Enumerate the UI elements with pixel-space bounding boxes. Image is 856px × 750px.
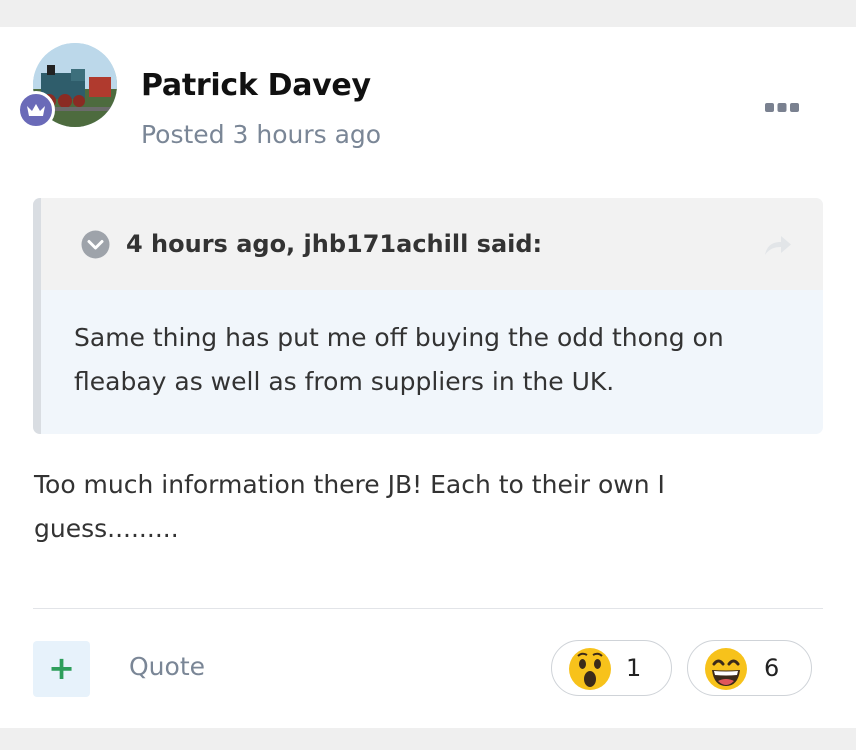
author-name[interactable]: Patrick Davey [141, 68, 371, 103]
crown-icon [27, 104, 45, 116]
surprised-face-icon [569, 648, 611, 690]
quote-bar [33, 198, 41, 434]
grinning-face-icon [705, 648, 747, 690]
post-body: Too much information there JB! Each to t… [34, 470, 665, 543]
reaction-grinning[interactable]: 6 [687, 640, 812, 696]
chevron-down-icon[interactable] [81, 230, 110, 259]
reaction-count: 6 [764, 654, 780, 682]
author-avatar-container[interactable] [17, 43, 117, 143]
plus-icon: + [48, 649, 75, 687]
quote-header: 4 hours ago, jhb171achill said: [41, 198, 823, 290]
quote-block: 4 hours ago, jhb171achill said: Same thi… [33, 198, 823, 434]
reaction-count: 1 [626, 654, 642, 682]
quote-citation: 4 hours ago, jhb171achill said: [126, 230, 543, 258]
quote-text: Same thing has put me off buying the odd… [74, 323, 724, 396]
quote-button[interactable]: Quote [129, 652, 205, 681]
reaction-surprised[interactable]: 1 [551, 640, 672, 696]
share-icon[interactable] [763, 233, 793, 257]
rank-badge [17, 91, 55, 129]
post-timestamp: Posted 3 hours ago [141, 120, 382, 149]
more-options-icon[interactable] [764, 101, 800, 115]
divider [33, 608, 823, 609]
add-reputation-button[interactable]: + [33, 641, 90, 697]
